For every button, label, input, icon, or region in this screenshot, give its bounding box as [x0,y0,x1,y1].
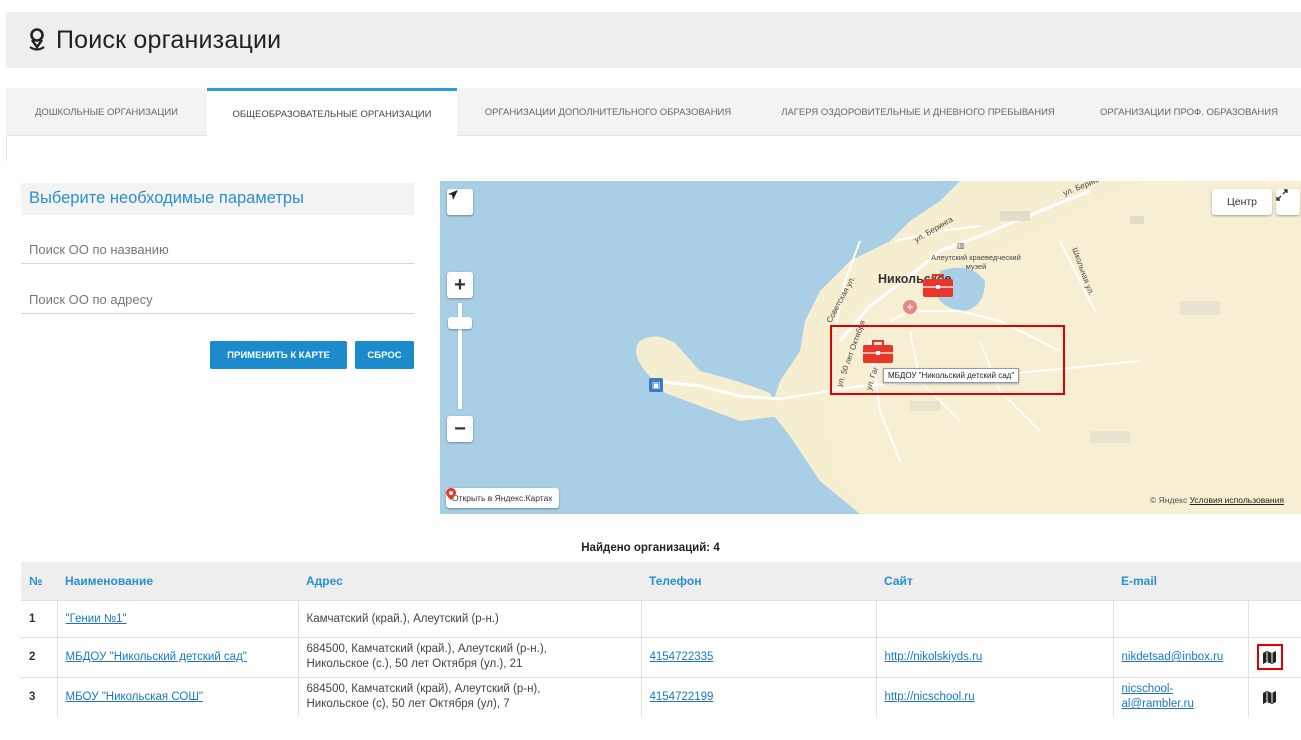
org-name-link[interactable]: "Гении №1" [66,613,127,625]
tab-camps[interactable]: Лагеря оздоровительные и дневного пребыв… [759,88,1077,136]
row-number: 3 [21,676,57,717]
address-line-1: 684500, Камчатский (край.), Алеутский (р… [306,643,547,655]
org-site [875,599,1113,637]
show-on-map-cell [1247,676,1301,717]
org-phone [640,599,876,637]
table-row: 1 "Гении №1" Камчатский (край.), Алеутск… [21,599,1301,637]
address-line-1: 684500, Камчатский (край), Алеутский (р-… [306,683,541,696]
results-count-text: Найдено организаций: 4 [581,542,720,554]
open-in-yandex-label: Открыть в Яндекс.Картах [452,493,553,503]
tab-additional-education[interactable]: Организации дополнительного образования [457,88,759,136]
org-email-link[interactable]: nicschool- al@rambler.ru [1122,682,1240,712]
expand-icon [1276,189,1288,201]
apply-to-map-button[interactable]: Применить к карте [210,341,347,369]
org-address: 684500, Камчатский (край), Алеутский (р-… [297,676,641,717]
org-name-link[interactable]: МБОУ "Никольская СОШ" [66,691,203,703]
show-on-map-button[interactable] [1256,644,1283,670]
map-view[interactable]: + − Центр ул. Беринга ул. Беринга ▥ Алеу… [440,181,1301,514]
col-action [1248,562,1301,600]
search-address-input[interactable] [29,288,406,312]
org-site-link[interactable]: http://nicschool.ru [885,691,975,703]
map-pin-icon [29,28,45,51]
terms-link[interactable]: Условия использования [1190,495,1284,505]
map-icon [1263,650,1276,664]
org-email [1112,599,1248,637]
table-header-row: № Наименование Адрес Телефон Сайт E-mail [21,562,1301,600]
address-line-1: Камчатский (край.), Алеутский (р-н.) [306,612,499,625]
show-on-map-cell [1247,636,1301,677]
bus-stop-icon: ▣ [649,378,663,392]
category-tabs: Дошкольные организации Общеобразовательн… [6,88,1301,137]
location-pin-icon [446,488,456,500]
highlight-box [830,325,1065,395]
org-name-link[interactable]: МБДОУ "Никольский детский сад" [66,651,247,663]
col-number: № [29,573,43,588]
open-in-yandex-button[interactable]: Открыть в Яндекс.Картах [446,488,559,508]
results-table: № Наименование Адрес Телефон Сайт E-mail… [21,562,1301,717]
org-address: Камчатский (край.), Алеутский (р-н.) [297,599,641,637]
org-address: 684500, Камчатский (край.), Алеутский (р… [297,636,641,677]
org-email-link[interactable]: nikdetsad@inbox.ru [1122,651,1224,663]
table-row: 2 МБДОУ "Никольский детский сад" 684500,… [21,636,1301,677]
search-address-field[interactable] [21,288,414,314]
map-copyright: © Яндекс Условия использования [1150,495,1284,505]
email-line-2: al@rambler.ru [1121,698,1194,711]
zoom-slider-handle[interactable] [448,317,472,329]
row-number: 2 [21,636,57,677]
map-icon [1263,690,1276,704]
fullscreen-button[interactable] [1276,189,1300,215]
email-line-1: nicschool- [1121,683,1174,696]
page-header: Поиск организации [6,12,1301,68]
minus-icon: − [454,417,466,440]
hospital-icon: + [903,300,917,314]
col-name: Наименование [65,573,154,588]
org-site-link[interactable]: http://nikolskiyds.ru [885,651,983,663]
col-site: Сайт [884,573,913,588]
show-on-map-cell [1247,599,1301,637]
col-phone: Телефон [649,573,702,588]
table-row: 3 МБОУ "Никольская СОШ" 684500, Камчатск… [21,676,1301,717]
map-label-museum: Алеутский краеведческий музей [931,253,1021,271]
zoom-in-button[interactable]: + [447,272,473,298]
search-name-input[interactable] [29,238,406,262]
tab-general-education[interactable]: Общеобразовательные организации [207,88,457,137]
reset-button[interactable]: Сброс [355,341,414,369]
plus-icon: + [454,273,466,296]
col-email: E-mail [1121,573,1158,588]
org-phone-link[interactable]: 4154722335 [650,651,714,663]
row-number: 1 [21,599,57,637]
address-line-2: Никольское (с.), 50 лет Октября (ул.), 2… [306,658,523,670]
show-on-map-button[interactable] [1259,686,1281,708]
tab-preschool[interactable]: Дошкольные организации [6,88,207,136]
school-marker-icon[interactable] [922,274,954,298]
org-phone-link[interactable]: 4154722199 [650,691,714,703]
copyright-text: © Яндекс [1150,495,1188,505]
zoom-out-button[interactable]: − [447,416,473,442]
results-count: Найдено организаций: 4 [0,542,1301,554]
geolocation-button[interactable] [447,189,473,215]
map-museum-icon: ▥ [957,241,965,250]
col-address: Адрес [306,573,343,588]
filters-title: Выберите необходимые параметры [21,183,414,215]
search-name-field[interactable] [21,238,414,264]
tab-professional-education[interactable]: Организации проф. образования [1077,88,1301,136]
center-button[interactable]: Центр [1212,189,1272,215]
address-line-2: Никольское (с), 50 лет Октября (ул), 7 [306,698,510,711]
page-title: Поиск организации [56,25,282,54]
location-arrow-icon [448,190,458,200]
divider [6,137,7,161]
